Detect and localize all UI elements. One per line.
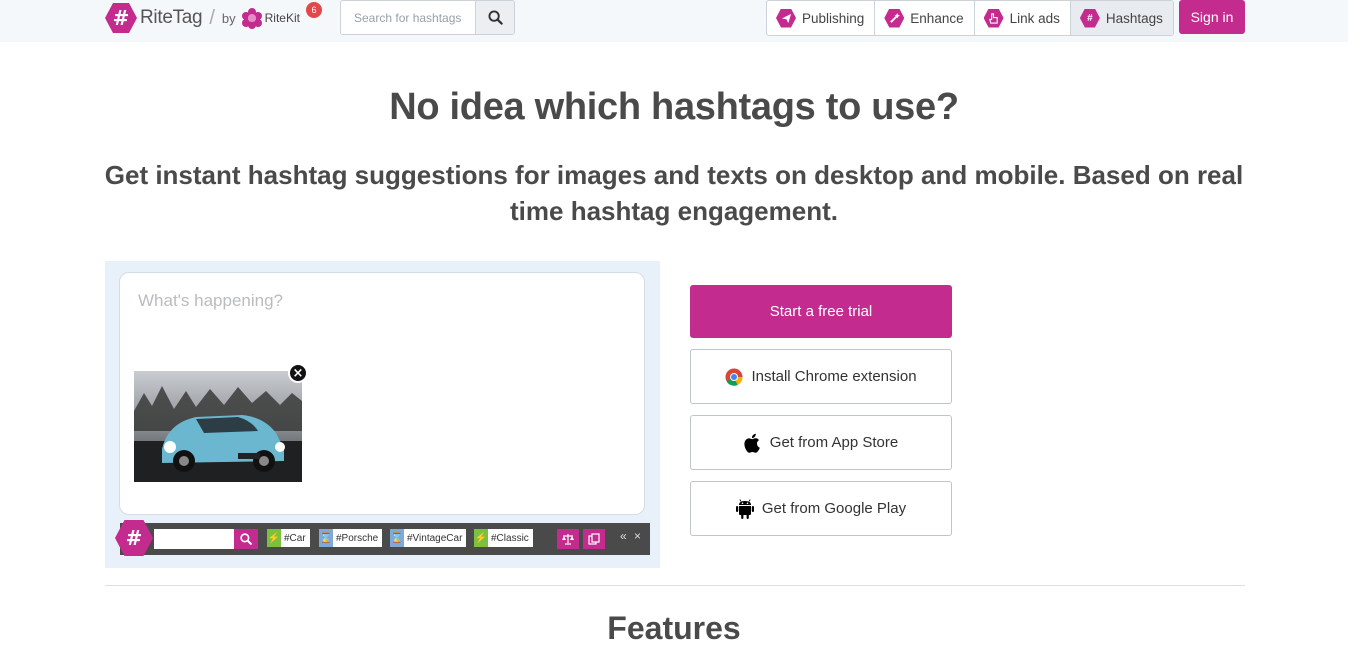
pointer-hand-icon <box>983 8 1004 28</box>
search-icon <box>240 533 252 545</box>
search-button[interactable] <box>475 1 514 34</box>
logo-by-text: by <box>221 10 236 26</box>
page-title: No idea which hashtags to use? <box>389 86 959 128</box>
nav-link-ads[interactable]: Link ads <box>975 1 1071 35</box>
ritetag-logo[interactable]: # RiteTag / by RiteKit <box>105 2 300 34</box>
product-nav: Publishing Enhance Link ads # Hashtags <box>766 0 1174 36</box>
balance-scale-icon <box>562 534 574 545</box>
hashtag-label: #Classic <box>491 532 529 544</box>
section-divider <box>105 585 1245 586</box>
logo-separator: / <box>209 6 215 29</box>
nav-hashtags-label: Hashtags <box>1105 10 1163 26</box>
magic-wand-icon <box>884 8 905 28</box>
paper-plane-icon <box>776 8 796 28</box>
balance-scale-button[interactable] <box>557 529 579 549</box>
hourglass-icon: ⌛ <box>319 529 333 547</box>
hashtag-suggestion[interactable]: ⌛ #VintageCar <box>390 529 467 547</box>
sign-in-button[interactable]: Sign in <box>1179 0 1245 34</box>
toolbar-hashtag-input[interactable] <box>154 529 234 549</box>
get-from-app-store-button[interactable]: Get from App Store <box>690 415 952 470</box>
google-play-button-label: Get from Google Play <box>761 500 907 517</box>
hashtag-search-input[interactable] <box>341 1 475 34</box>
hashtag-suggestion[interactable]: ⚡ #Classic <box>474 529 533 547</box>
hashtag-suggestion[interactable]: ⚡ #Car <box>267 529 310 547</box>
hashtag-label: #Car <box>284 532 306 544</box>
android-icon <box>735 498 754 519</box>
nav-enhance-label: Enhance <box>910 10 964 26</box>
hourglass-icon: ⌛ <box>390 529 404 547</box>
page-subtitle: Get instant hashtag suggestions for imag… <box>104 160 1244 226</box>
attached-car-image <box>134 371 302 482</box>
copy-button[interactable] <box>583 529 605 549</box>
compose-box[interactable]: What's happening? × <box>119 272 645 515</box>
hashtag-logo-icon: # <box>105 3 137 33</box>
nav-publishing[interactable]: Publishing <box>767 1 876 35</box>
search-icon <box>487 10 503 25</box>
notification-badge[interactable]: 6 <box>306 2 322 18</box>
chrome-icon <box>725 368 743 386</box>
get-from-google-play-button[interactable]: Get from Google Play <box>690 481 952 536</box>
apple-icon <box>744 433 762 453</box>
nav-enhance[interactable]: Enhance <box>875 1 975 35</box>
lightning-icon: ⚡ <box>474 529 488 547</box>
toolbar-search-button[interactable] <box>234 529 258 549</box>
collapse-toolbar-button[interactable]: « <box>620 529 627 543</box>
hashtag-logo-icon: # <box>115 520 153 556</box>
ritetag-toolbar: # ⚡ #Car ⌛ #Porsche ⌛ #VintageCar ⚡ #Cla… <box>115 520 650 556</box>
start-free-trial-button[interactable]: Start a free trial <box>690 285 952 338</box>
features-heading: Features <box>607 610 741 646</box>
install-chrome-extension-button[interactable]: Install Chrome extension <box>690 349 952 404</box>
ritekit-name: RiteKit <box>264 11 300 25</box>
hashtag-search <box>340 0 515 35</box>
hashtag-icon: # <box>1079 8 1100 28</box>
chrome-button-label: Install Chrome extension <box>751 368 917 385</box>
ritekit-flower-icon <box>241 8 262 29</box>
copy-icon <box>588 533 600 545</box>
nav-publishing-label: Publishing <box>802 10 865 26</box>
demo-panel: What's happening? × # ⚡ #Car ⌛ #Porsche … <box>105 261 660 568</box>
hashtag-suggestion[interactable]: ⌛ #Porsche <box>319 529 383 547</box>
nav-link-ads-label: Link ads <box>1009 10 1060 26</box>
logo-name: RiteTag <box>140 7 203 28</box>
lightning-icon: ⚡ <box>267 529 281 547</box>
app-store-button-label: Get from App Store <box>769 434 899 451</box>
close-toolbar-button[interactable]: × <box>634 529 641 543</box>
hashtag-label: #Porsche <box>336 532 379 544</box>
nav-hashtags[interactable]: # Hashtags <box>1070 1 1173 35</box>
hashtag-label: #VintageCar <box>407 532 463 544</box>
remove-image-icon[interactable]: × <box>288 363 308 383</box>
compose-placeholder: What's happening? <box>138 291 284 310</box>
